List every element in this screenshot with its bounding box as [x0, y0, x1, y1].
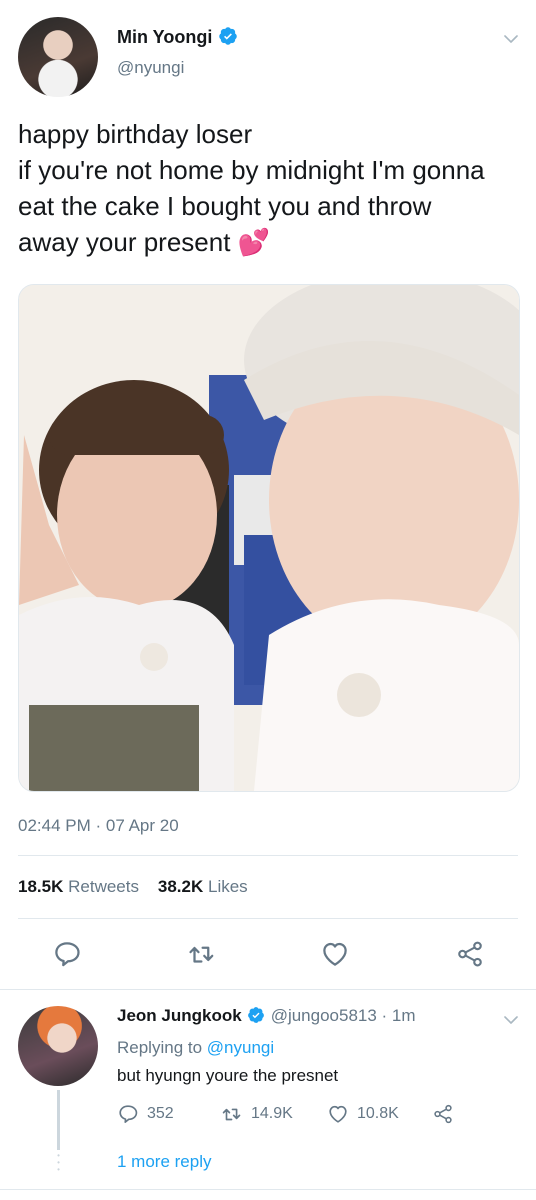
tweet-text-line: away your present 💕 — [18, 227, 271, 257]
retweet-icon — [222, 1108, 241, 1121]
author-avatar[interactable] — [18, 17, 98, 97]
divider — [0, 1189, 536, 1190]
retweet-icon[interactable] — [187, 939, 217, 969]
reply-author-row[interactable]: Jeon Jungkook @jungoo5813 · 1m — [117, 1006, 416, 1026]
thread-line — [57, 1090, 60, 1150]
reply-author-name[interactable]: Jeon Jungkook — [117, 1006, 242, 1025]
retweets-stat[interactable]: 18.5K Retweets — [18, 877, 139, 896]
tweet-text-line: if you're not home by midnight I'm gonna — [18, 155, 485, 185]
reply-count: 352 — [147, 1105, 174, 1122]
thread-continuation-dots: • • • — [57, 1151, 60, 1174]
tweet-text: happy birthday loser if you're not home … — [18, 116, 523, 260]
tweet-text-line: happy birthday loser — [18, 119, 253, 149]
reply-text: but hyungn youre the presnet — [117, 1066, 339, 1085]
divider — [18, 918, 518, 919]
verified-badge-icon — [247, 1007, 264, 1023]
reply-share-action[interactable] — [432, 1103, 462, 1125]
retweet-count: 14.9K — [251, 1105, 293, 1122]
author-handle[interactable]: @nyungi — [117, 58, 184, 78]
photo-illustration — [19, 285, 519, 791]
reply-icon[interactable] — [52, 939, 82, 969]
tweet-timestamp: 02:44 PM · 07 Apr 20 — [18, 816, 179, 835]
divider — [18, 855, 518, 856]
chevron-down-icon[interactable] — [502, 30, 520, 48]
likes-count: 38.2K — [157, 877, 204, 896]
author-name-row[interactable]: Min Yoongi — [117, 26, 238, 48]
reply-icon — [119, 1105, 138, 1123]
tweet-stats: 18.5K Retweets 38.2K Likes — [18, 877, 248, 897]
replying-mention-link[interactable]: @nyungi — [207, 1038, 274, 1057]
like-count: 10.8K — [357, 1105, 399, 1122]
reply-author-handle[interactable]: @jungoo5813 · 1m — [271, 1006, 416, 1025]
tweet-photo[interactable] — [18, 284, 520, 792]
replying-prefix: Replying to — [117, 1038, 203, 1057]
reply-like-action[interactable]: 10.8K — [327, 1103, 399, 1125]
reply-retweet-action[interactable]: 14.9K — [221, 1103, 293, 1125]
retweets-label: Retweets — [68, 877, 139, 896]
likes-stat[interactable]: 38.2K Likes — [158, 877, 248, 896]
reply-reply-action[interactable]: 352 — [117, 1103, 174, 1125]
replying-to: Replying to @nyungi — [117, 1038, 274, 1058]
author-name[interactable]: Min Yoongi — [117, 27, 212, 47]
share-icon[interactable] — [455, 939, 485, 969]
divider — [0, 989, 536, 990]
retweets-count: 18.5K — [18, 877, 64, 896]
like-icon[interactable] — [320, 939, 350, 969]
share-icon — [434, 1104, 452, 1124]
likes-label: Likes — [208, 877, 248, 896]
tweet-text-line: eat the cake I bought you and throw — [18, 191, 432, 221]
verified-badge-icon — [219, 27, 238, 45]
chevron-down-icon[interactable] — [502, 1011, 520, 1029]
reply-author-avatar[interactable] — [18, 1006, 98, 1086]
like-icon — [329, 1105, 347, 1123]
more-replies-link[interactable]: 1 more reply — [117, 1152, 211, 1172]
